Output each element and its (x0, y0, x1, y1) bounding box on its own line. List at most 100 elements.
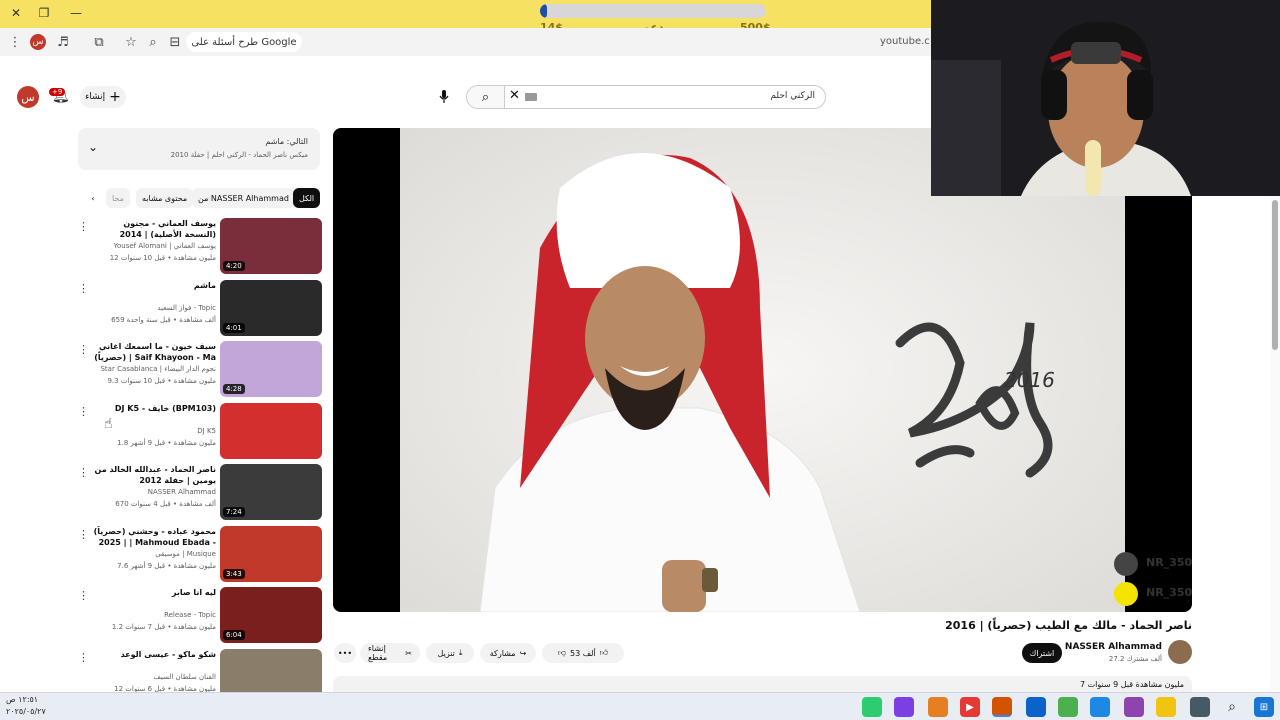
related-video-channel[interactable]: NASSER Alhammad (92, 488, 216, 496)
edge-icon[interactable] (1090, 697, 1110, 717)
translate-icon[interactable]: ⊟ (166, 33, 184, 51)
channel-name[interactable]: NASSER Alhammad (1065, 642, 1162, 652)
more-options-icon[interactable]: ⋮ (78, 220, 89, 233)
related-video-channel[interactable]: Star Casablanca | نجوم الدار البيضاء (92, 365, 216, 373)
more-options-icon[interactable]: ⋮ (78, 343, 89, 356)
more-options-icon[interactable]: ⋮ (78, 528, 89, 541)
related-video-thumbnail[interactable]: 4:01 (220, 279, 322, 336)
related-video-thumbnail[interactable]: 7:24 (220, 464, 322, 520)
notification-count-badge: +9 (49, 88, 66, 96)
search-button-icon[interactable]: ⌕ (467, 86, 505, 108)
related-video-title[interactable]: ناصر الحماد - عبدالله الخالد من يومين | … (92, 464, 216, 486)
extensions-icon[interactable]: ⧉ (90, 33, 108, 51)
voice-search-mic-icon[interactable] (434, 87, 454, 107)
more-options-icon[interactable]: ⋮ (78, 466, 89, 479)
zoom-icon[interactable]: ⌕ (144, 33, 162, 51)
app-icon-3[interactable] (928, 697, 948, 717)
related-video-item[interactable]: ⋮ ماشم فواز السعيد - Topic 659 ألف مشاهدة •… (76, 279, 322, 338)
related-video-item[interactable]: ⋮ سيف خيون - ما اسمعك اغاني (حصرياً) | Sa… (76, 341, 322, 399)
copilot-icon[interactable] (1124, 697, 1144, 717)
more-actions-button[interactable]: ••• (334, 643, 356, 663)
search-input[interactable]: الركني احلم (770, 91, 815, 101)
subscribe-button[interactable]: اشتراك (1022, 643, 1062, 663)
chrome-app-icon[interactable] (992, 697, 1012, 717)
start-icon[interactable]: ⊞ (1254, 697, 1274, 717)
media-icon[interactable]: ♬ (54, 33, 72, 51)
youtube-app-icon[interactable]: ▶ (960, 697, 980, 717)
more-options-icon[interactable]: ⋮ (78, 405, 89, 418)
related-video-title[interactable]: شكو ماكو - عيسى الوعد (92, 649, 216, 660)
account-avatar[interactable]: س (17, 86, 39, 108)
playlist-subtitle: ميكس ناصر الحماد - الركني احلم | حفلة 20… (170, 151, 308, 159)
related-video-title[interactable]: ليه انا صابر (92, 587, 216, 598)
related-video-thumbnail[interactable] (220, 402, 322, 459)
clear-search-icon[interactable]: ✕ (509, 88, 520, 103)
clock-date: ٢٠٢٥/٠٥/٢٧ (6, 707, 46, 716)
search-box[interactable]: ⌕ ✕ الركني احلم (466, 85, 826, 109)
app-icon-1[interactable] (862, 697, 882, 717)
app-icon-2[interactable] (894, 697, 914, 717)
related-video-meta: 7.6 مليون مشاهدة • قبل 9 أشهر (117, 561, 216, 570)
related-video-title[interactable]: سيف خيون - ما اسمعك اغاني (حصرياً) | Sai… (92, 341, 216, 363)
related-video-item[interactable]: ⋮ ليه انا صابر Release - Topic 1.2 مليون مش… (76, 587, 322, 645)
related-video-channel[interactable]: فواز السعيد - Topic (92, 304, 216, 312)
related-video-title[interactable]: محمود عباده - وحشني (حصرياً) | 2025 | Ma… (92, 526, 216, 548)
chip-from-channel[interactable]: من NASSER Alhammad (192, 188, 295, 208)
related-video-thumbnail[interactable]: 4:20 (220, 218, 322, 274)
google-lens-suggestion[interactable]: طرح أسئلة على Google (186, 32, 302, 52)
like-dislike-button[interactable]: 👎︎ 53 ألف 👍︎ (542, 643, 624, 663)
outlook-icon[interactable] (1026, 697, 1046, 717)
related-video-meta: 670 ألف مشاهدة • قبل 4 سنوات (115, 500, 216, 508)
scrollbar-thumb[interactable] (1272, 200, 1278, 350)
related-video-channel[interactable]: Yousef Alomani | يوسف العماني (92, 242, 216, 250)
like-icon[interactable]: 👍︎ (600, 648, 608, 658)
chip-all[interactable]: الكل (293, 188, 321, 208)
chip-partial[interactable]: محا (106, 188, 130, 208)
related-video-title[interactable]: ماشم (92, 280, 216, 291)
related-video-item[interactable]: ⋮ ناصر الحماد - عبدالله الخالد من يومين |… (76, 464, 322, 522)
more-options-icon[interactable]: ⋮ (78, 589, 89, 602)
keyboard-icon[interactable] (525, 93, 537, 101)
related-video-thumbnail[interactable]: 4:28 (220, 341, 322, 397)
minimize-window-button[interactable]: — (66, 4, 86, 22)
create-button[interactable]: إنشاء + (80, 86, 126, 108)
mix-playlist-header[interactable]: ⌄ التالي: ماشم ميكس ناصر الحماد - الركني… (78, 128, 320, 170)
download-button[interactable]: تنزيل ⤓ (426, 643, 474, 663)
menu-dots-icon[interactable]: ⋮ (6, 33, 24, 51)
profile-badge[interactable]: س (30, 34, 46, 50)
related-video-item[interactable]: ⋮ يوسف العماني - مجنون (النسخة الأصلية) |… (76, 218, 322, 276)
related-video-title[interactable]: DJ K5 - خايف (BPM103) (92, 403, 216, 414)
app-icon-7[interactable] (1058, 697, 1078, 717)
chevron-left-icon[interactable]: ‹ (86, 188, 100, 208)
mouse-cursor: ☝︎ (104, 416, 113, 432)
related-video-item[interactable]: ⋮ DJ K5 - خايف (BPM103) DJ K5 1.8 مليون مشا… (76, 402, 322, 461)
file-explorer-icon[interactable] (1156, 697, 1176, 717)
clip-button[interactable]: إنشاء مقطع ✂ (360, 643, 420, 663)
channel-avatar[interactable] (1168, 640, 1192, 664)
chip-similar[interactable]: محتوى مشابه (136, 188, 194, 208)
related-video-channel[interactable]: Release - Topic (92, 611, 216, 619)
related-video-channel[interactable]: الفنان سلطان السيف (92, 673, 216, 681)
taskbar-clock[interactable]: ١٢:٥١ ص ٢٠٢٥/٠٥/٢٧ (6, 694, 46, 718)
related-video-thumbnail[interactable]: 3:43 (220, 525, 322, 582)
chevron-down-icon[interactable]: ⌄ (88, 140, 98, 154)
related-video-title[interactable]: يوسف العماني - مجنون (النسخة الأصلية) | … (92, 218, 216, 240)
share-button[interactable]: مشاركة ↪ (480, 643, 536, 663)
dislike-icon[interactable]: 👎︎ (558, 648, 566, 658)
address-url[interactable]: youtube.c (880, 36, 930, 47)
next-up-label: التالي: ماشم (265, 137, 308, 146)
close-window-button[interactable]: ✕ (6, 4, 26, 22)
views-meta: 7 مليون مشاهدة قبل 9 سنوات (1079, 680, 1184, 689)
related-video-thumbnail[interactable]: 6:04 (220, 587, 322, 643)
video-player[interactable]: 2016 NR_350 NR_350 (333, 128, 1192, 612)
instagram-handle: NR_350 (1146, 556, 1192, 569)
bookmark-star-icon[interactable]: ☆ (122, 33, 140, 51)
restore-window-button[interactable]: ❐ (34, 4, 54, 22)
more-options-icon[interactable]: ⋮ (78, 651, 89, 664)
more-options-icon[interactable]: ⋮ (78, 282, 89, 295)
taskview-icon[interactable] (1190, 697, 1210, 717)
search-icon[interactable]: ⌕ (1222, 697, 1242, 717)
related-video-item[interactable]: ⋮ محمود عباده - وحشني (حصرياً) | 2025 | M… (76, 525, 322, 584)
related-video-channel[interactable]: موسيقى | Musique (92, 550, 216, 558)
webcam-feed (931, 0, 1280, 196)
